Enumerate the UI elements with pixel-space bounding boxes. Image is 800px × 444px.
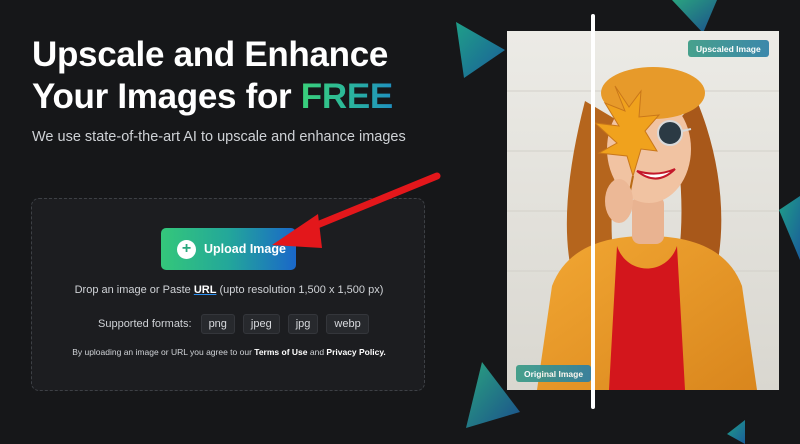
format-chip-webp: webp <box>326 314 369 334</box>
terms-notice: By uploading an image or URL you agree t… <box>0 347 458 357</box>
upload-button-label: Upload Image <box>204 242 286 256</box>
terms-middle: and <box>307 347 327 357</box>
formats-label: Supported formats: <box>98 318 192 330</box>
format-chip-jpeg: jpeg <box>242 314 280 334</box>
privacy-policy-link[interactable]: Privacy Policy. <box>326 347 385 357</box>
drop-hint-prefix: Drop an image or Paste <box>74 284 194 296</box>
format-chip-jpg: jpg <box>287 314 319 334</box>
title-line-2: Your Images for <box>32 77 301 116</box>
deco-triangle <box>727 420 745 444</box>
original-image-badge: Original Image <box>516 365 592 382</box>
upload-image-button[interactable]: + Upload Image <box>161 228 296 270</box>
hero-subtitle: We use state-of-the-art AI to upscale an… <box>32 129 406 145</box>
comparison-image <box>507 31 779 390</box>
drop-hint: Drop an image or Paste URL (upto resolut… <box>0 284 458 296</box>
title-line-1: Upscale and Enhance <box>32 35 389 74</box>
format-chip-png: png <box>200 314 235 334</box>
deco-triangle <box>456 22 505 78</box>
deco-triangle <box>779 196 800 260</box>
upscaled-image-badge: Upscaled Image <box>688 40 769 57</box>
plus-icon: + <box>177 239 196 259</box>
comparison-slider-handle[interactable] <box>591 14 595 409</box>
woman-photo-illustration <box>507 31 779 390</box>
drop-hint-suffix: (upto resolution 1,500 x 1,500 px) <box>216 284 384 296</box>
deco-triangle <box>672 0 717 33</box>
supported-formats: Supported formats: png jpeg jpg webp <box>98 314 377 334</box>
terms-prefix: By uploading an image or URL you agree t… <box>72 347 255 357</box>
terms-of-use-link[interactable]: Terms of Use <box>254 347 307 357</box>
title-highlight-free: FREE <box>300 77 393 116</box>
paste-url-link[interactable]: URL <box>194 284 217 296</box>
page-title: Upscale and Enhance Your Images for FREE <box>32 34 393 118</box>
